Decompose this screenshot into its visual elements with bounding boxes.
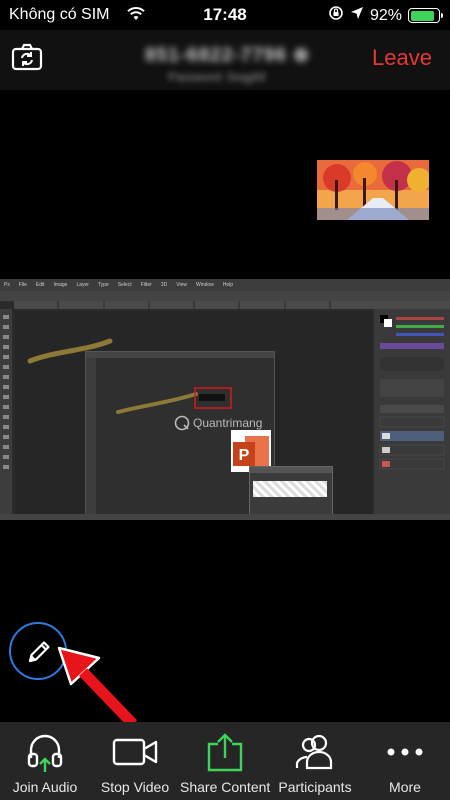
participants-button[interactable]: Participants xyxy=(270,722,360,800)
lock-rotation-icon xyxy=(328,5,344,26)
meeting-id: 851-6822-7796 ⊕ xyxy=(145,45,311,66)
app-menu-item: Select xyxy=(117,282,132,288)
app-menu-item: File xyxy=(18,282,27,288)
pencil-icon xyxy=(28,641,50,663)
app-menu-item: Ps xyxy=(4,282,10,288)
join-audio-button[interactable]: Join Audio xyxy=(0,722,90,800)
join-audio-label: Join Audio xyxy=(12,779,78,795)
svg-text:P: P xyxy=(239,447,250,464)
more-label: More xyxy=(389,779,421,795)
video-camera-icon xyxy=(112,738,158,766)
app-toolbox xyxy=(0,309,12,514)
app-menu-item: Window xyxy=(195,282,214,288)
app-status-bar xyxy=(0,514,450,520)
battery-percent: 92% xyxy=(369,6,402,24)
video-thumbnail[interactable] xyxy=(317,160,429,220)
navigator-panel xyxy=(249,466,333,518)
more-button[interactable]: More xyxy=(360,722,450,800)
meeting-toolbar: Join Audio Stop Video Share Content Part… xyxy=(0,722,450,800)
meeting-password: Password: 5xqgNf xyxy=(168,70,266,84)
more-dots-icon xyxy=(387,748,423,756)
stop-video-label: Stop Video xyxy=(100,779,170,795)
app-menu-item: Layer xyxy=(76,282,89,288)
share-content-label: Share Content xyxy=(180,779,271,795)
share-upload-icon xyxy=(207,733,243,772)
battery-icon xyxy=(408,8,443,23)
app-menubar: Ps File Edit Image Layer Type Select Filter 3D Vi… xyxy=(0,279,450,291)
app-menu-item: Type xyxy=(97,282,109,288)
app-menu-item: Edit xyxy=(35,282,45,288)
watermark-logo: Quantrimang xyxy=(174,415,262,431)
app-side-panels xyxy=(374,301,450,520)
app-menu-item: 3D xyxy=(160,282,168,288)
shared-screen: Ps File Edit Image Layer Type Select Filter 3D Vi… xyxy=(0,279,450,520)
app-options-bar xyxy=(0,291,450,301)
location-arrow-icon xyxy=(350,6,364,25)
stop-video-button[interactable]: Stop Video xyxy=(90,722,180,800)
camera-switch-icon[interactable] xyxy=(10,42,46,72)
app-menu-item: Filter xyxy=(140,282,152,288)
app-menu-item: Help xyxy=(222,282,234,288)
headphones-icon xyxy=(27,734,63,772)
app-menu-item: View xyxy=(176,282,187,288)
participants-icon xyxy=(295,734,333,770)
meeting-header: 851-6822-7796 ⊕ Password: 5xqgNf Leave xyxy=(0,30,450,90)
watermark-text: Quantrimang xyxy=(193,416,263,430)
app-document-tabs xyxy=(14,301,374,309)
app-menu-item: Image xyxy=(53,282,68,288)
participants-label: Participants xyxy=(278,779,352,795)
status-bar: Không có SIM 17:48 92% xyxy=(0,0,450,30)
leave-button[interactable]: Leave xyxy=(366,44,438,72)
share-content-button[interactable]: Share Content xyxy=(180,722,270,800)
annotation-arrow xyxy=(57,646,137,728)
